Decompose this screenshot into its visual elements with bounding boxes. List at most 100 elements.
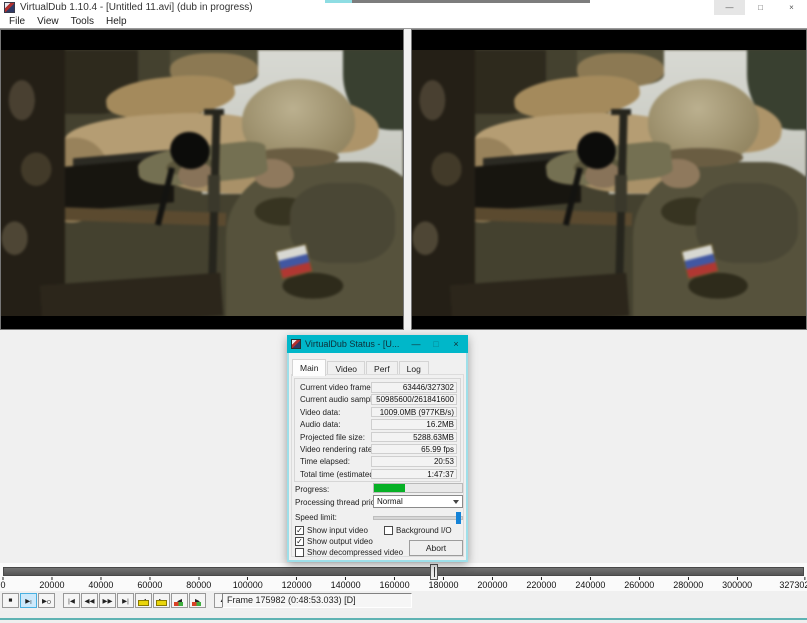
maximize-button[interactable]: □ [745, 0, 776, 15]
progress-bar-fill [374, 484, 405, 492]
checkbox-show-output-video[interactable]: ✓Show output video [295, 536, 373, 546]
timeline-tick: 327302 [779, 577, 807, 590]
speed-limit-slider[interactable] [373, 516, 463, 520]
prev-keyframe-icon: ◀ [141, 597, 146, 605]
stat-value-field: 50985600/261841600 [371, 394, 457, 405]
title-bar[interactable]: VirtualDub 1.10.4 - [Untitled 11.avi] (d… [0, 0, 807, 15]
timeline-tick: 260000 [624, 577, 654, 590]
checkbox-label: Show input video [307, 526, 368, 535]
progress-bar [373, 483, 463, 493]
stat-label: Projected file size: [300, 433, 365, 442]
output-video-frame [412, 50, 806, 316]
tick-label: 300000 [722, 580, 752, 590]
timeline-tick: 300000 [722, 577, 752, 590]
timeline-tick: 280000 [673, 577, 703, 590]
checkbox-background-i-o[interactable]: Background I/O [384, 525, 452, 535]
stat-row: Projected file size: 5288.63MB [295, 431, 460, 443]
tick-label: 80000 [186, 580, 211, 590]
timeline-tick: 100000 [233, 577, 263, 590]
prev-keyframe-button[interactable]: ◀ [135, 593, 152, 608]
timeline-tick: 0 [0, 577, 5, 590]
tick-label: 260000 [624, 580, 654, 590]
dialog-minimize-button[interactable]: — [406, 335, 426, 353]
tick-label: 240000 [575, 580, 605, 590]
scene-reverse-button[interactable]: ◀ [171, 593, 188, 608]
scene-forward-button[interactable]: ▶ [189, 593, 206, 608]
status-dialog-title-bar[interactable]: VirtualDub Status - [U... — □ × [287, 335, 468, 353]
stat-value-field: 5288.63MB [371, 432, 457, 443]
input-video-frame [1, 50, 403, 316]
stat-row: Total time (estimated):1:47:37 [295, 468, 460, 480]
letterbox-bottom [1, 316, 403, 329]
menu-item-help[interactable]: Help [100, 16, 133, 27]
checkbox-box[interactable] [295, 548, 304, 557]
play-input-button[interactable]: ▶I [20, 593, 37, 608]
frame-forward-button[interactable]: ▶▶ [99, 593, 116, 608]
speed-limit-label: Speed limit: [295, 513, 337, 522]
stat-label: Audio data: [300, 420, 340, 429]
frame-back-icon: ◀◀ [85, 597, 95, 605]
stop-button[interactable]: ■ [2, 593, 19, 608]
bottom-strip [0, 611, 807, 623]
tick-label: 20000 [39, 580, 64, 590]
virtualdub-app-icon [4, 2, 15, 13]
input-video-pane [0, 29, 404, 330]
abort-button[interactable]: Abort [409, 540, 463, 556]
timeline-tick: 20000 [39, 577, 64, 590]
tick-label: 120000 [282, 580, 312, 590]
timeline-tick: 200000 [477, 577, 507, 590]
stat-value-field: 65.99 fps [371, 444, 457, 455]
next-keyframe-button[interactable]: ▶ [153, 593, 170, 608]
frame-status-text: Frame 175982 (0:48:53.033) [D] [222, 593, 412, 608]
letterbox-top [1, 30, 403, 50]
stat-row: Audio data: 16.2MB [295, 418, 460, 430]
stat-value-field: 1009.0MB (977KB/s) [371, 407, 457, 418]
tick-label: 200000 [477, 580, 507, 590]
timeline-tick: 240000 [575, 577, 605, 590]
tick-label: 60000 [137, 580, 162, 590]
letterbox-bottom [412, 316, 806, 329]
checkbox-box[interactable]: ✓ [295, 526, 304, 535]
go-to-start-button[interactable]: |◀ [63, 593, 80, 608]
timeline-tick: 120000 [282, 577, 312, 590]
menu-item-file[interactable]: File [3, 16, 31, 27]
stat-value-field: 63446/327302 [371, 382, 457, 393]
overlap-strip-cyan [325, 0, 352, 3]
scene-forward-icon: ▶ [195, 597, 200, 605]
go-to-start-icon: |◀ [68, 597, 75, 605]
menu-item-view[interactable]: View [31, 16, 65, 27]
frame-back-button[interactable]: ◀◀ [81, 593, 98, 608]
timeline: 0200004000060000800001000001200001400001… [0, 563, 807, 591]
dialog-maximize-button[interactable]: □ [426, 335, 446, 353]
minimize-button[interactable]: — [714, 0, 745, 15]
window-controls: — □ × [714, 0, 807, 15]
chevron-down-icon [453, 500, 459, 504]
play-output-button[interactable]: ▶O [38, 593, 55, 608]
checkbox-label: Show output video [307, 537, 373, 546]
stat-value-field: 16.2MB [371, 419, 457, 430]
status-dialog-title: VirtualDub Status - [U... [305, 339, 399, 349]
next-keyframe-icon: ▶ [159, 597, 164, 605]
menu-item-tools[interactable]: Tools [65, 16, 100, 27]
checkbox-box[interactable] [384, 526, 393, 535]
stat-label: Video data: [300, 408, 340, 417]
go-to-end-button[interactable]: ▶| [117, 593, 134, 608]
stat-label: Total time (estimated): [300, 470, 379, 479]
timeline-tick: 60000 [137, 577, 162, 590]
checkbox-box[interactable]: ✓ [295, 537, 304, 546]
stat-value-field: 20:53 [371, 456, 457, 467]
priority-value: Normal [377, 497, 403, 506]
timeline-tick: 140000 [331, 577, 361, 590]
video-area [0, 29, 807, 330]
stat-label: Time elapsed: [300, 457, 350, 466]
tab-main[interactable]: Main [292, 359, 326, 376]
checkbox-show-input-video[interactable]: ✓Show input video [295, 525, 368, 535]
stat-label: Current video frame: [300, 383, 373, 392]
checkbox-show-decompressed-video[interactable]: Show decompressed video [295, 547, 403, 557]
seek-track[interactable] [3, 567, 804, 576]
dialog-close-button[interactable]: × [446, 335, 466, 353]
seek-slider-handle[interactable] [430, 564, 438, 580]
speed-limit-slider-handle[interactable] [456, 512, 461, 524]
priority-dropdown[interactable]: Normal [373, 495, 463, 508]
close-button[interactable]: × [776, 0, 807, 15]
